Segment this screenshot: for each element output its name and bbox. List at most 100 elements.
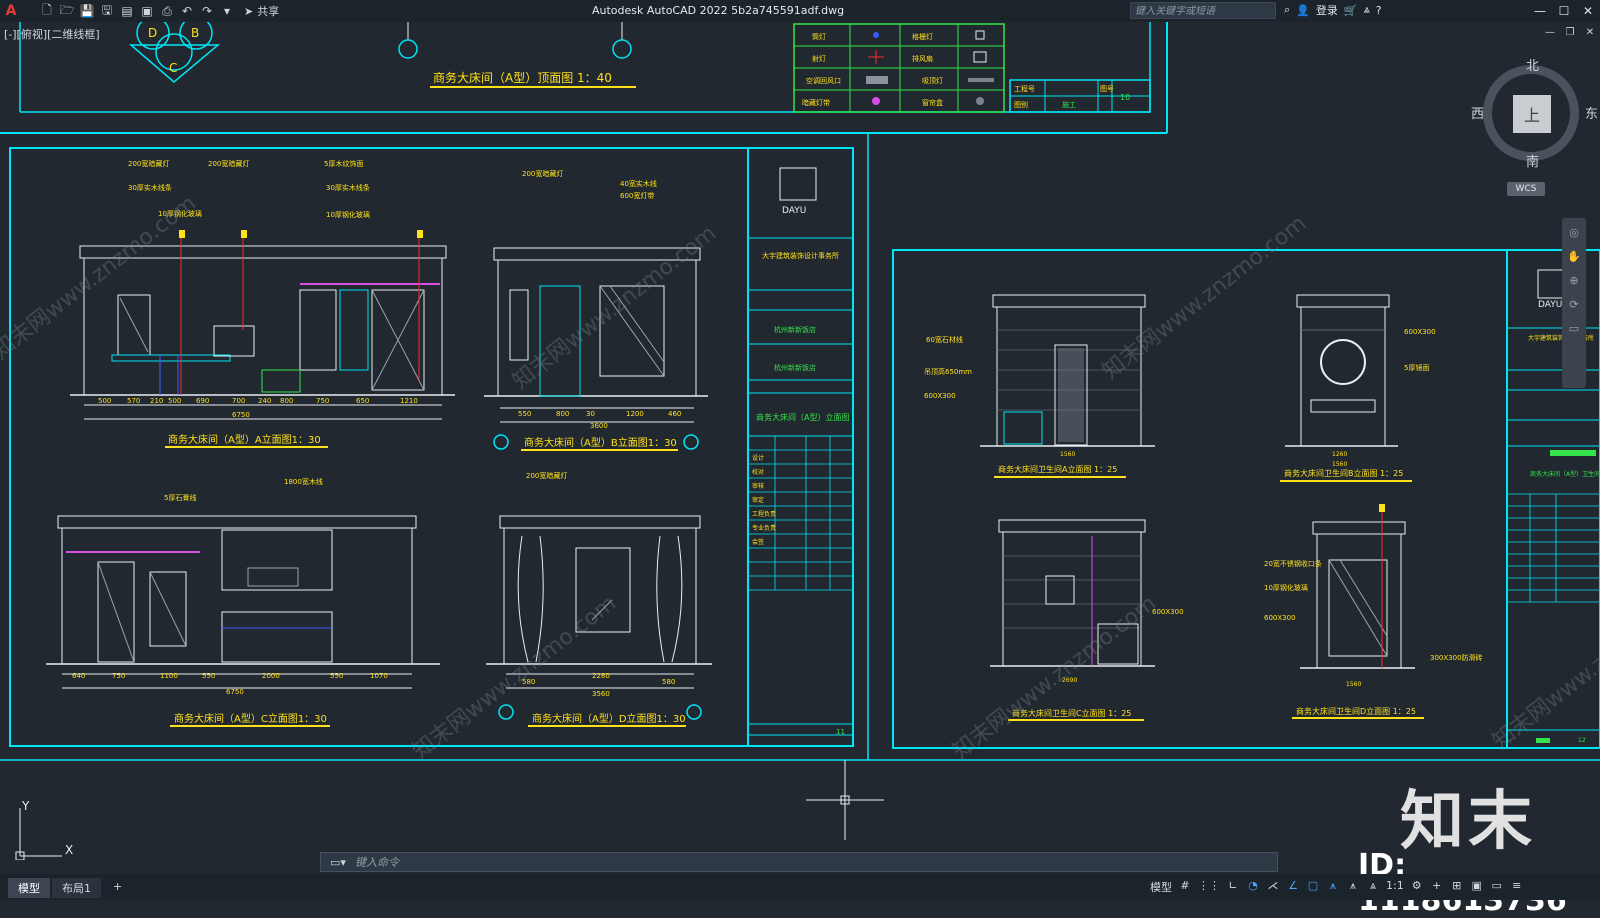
publish-icon[interactable]: ▤	[118, 2, 136, 20]
legend-label: 窗帘盒	[922, 98, 943, 107]
autocad-logo-icon[interactable]: A	[0, 0, 22, 22]
annotation-text: 30厚实木线条	[128, 183, 172, 192]
command-line[interactable]: ▭▾ 键入命令	[320, 852, 1278, 872]
dimension-text: 690	[196, 397, 209, 405]
viewcube-top-face[interactable]: 上	[1513, 95, 1551, 133]
clean-screen-icon[interactable]: ▭	[1490, 879, 1504, 895]
compass-east[interactable]: 东	[1585, 103, 1598, 122]
dimension-text: 1560	[1332, 461, 1347, 468]
hardware-acceleration-icon[interactable]: ▣	[1470, 879, 1484, 895]
open-icon[interactable]: 🗁	[58, 2, 76, 20]
legend-label: 格栅灯	[912, 32, 933, 41]
annotation-text: 600宽灯带	[620, 191, 654, 200]
help-icon[interactable]: ?	[1376, 4, 1382, 17]
pan-icon[interactable]: ✋	[1566, 250, 1582, 266]
object-snap-tracking-icon[interactable]: ∠	[1286, 879, 1300, 895]
dimension-text: 580	[662, 678, 675, 686]
viewport-controls-label[interactable]: [-][俯视][二维线框]	[4, 26, 100, 42]
search-icon[interactable]: ⌕	[1284, 3, 1290, 17]
dimension-text: 30	[586, 410, 595, 418]
tab-layout1[interactable]: 布局1	[52, 878, 101, 898]
dimension-text: 1200	[626, 410, 644, 418]
orbit-icon[interactable]: ⟳	[1566, 298, 1582, 314]
snap-icon[interactable]: ⋮⋮	[1198, 879, 1220, 895]
auto-scale-icon[interactable]: ⩚	[1346, 879, 1360, 895]
share-icon: ➤	[244, 4, 254, 18]
command-prompt-icon[interactable]: ▭▾	[321, 856, 355, 869]
tb-row-label: 工程负责	[752, 510, 776, 518]
share-label: 共享	[257, 5, 280, 18]
dropdown-icon[interactable]: ▾	[218, 2, 236, 20]
bath-a-title: 商务大床间卫生间A立面图 1：25	[998, 464, 1117, 474]
undo-icon[interactable]: ↶	[178, 2, 196, 20]
login-label[interactable]: 登录	[1316, 2, 1338, 18]
share-button[interactable]: ➤ 共享	[244, 3, 279, 19]
annotation-scale-icon[interactable]: ⩓	[1366, 879, 1380, 895]
legend-label: 排风扇	[912, 54, 933, 63]
compass-south[interactable]: 南	[1526, 151, 1539, 170]
status-tools: 模型 # ⋮⋮ ∟ ◔ ⋌ ∠ ▢ ⩚ ⩚ ⩓ 1:1 ⚙ + ⊞ ▣ ▭ ≡	[1150, 879, 1524, 895]
saveas-icon[interactable]: 🖫	[98, 2, 116, 20]
dimension-total: 6750	[226, 688, 244, 696]
plot-icon[interactable]: ▣	[138, 2, 156, 20]
steering-wheel-icon[interactable]: ◎	[1566, 226, 1582, 242]
user-icon[interactable]: 👤	[1296, 4, 1310, 17]
annotation-text: 600X300	[1264, 614, 1296, 622]
annotation-text: 10厚钢化玻璃	[1264, 583, 1308, 592]
compass-west[interactable]: 西	[1471, 103, 1484, 122]
customize-icon[interactable]: ≡	[1510, 879, 1524, 895]
annotation-text: 5厚石膏线	[164, 493, 196, 502]
elevation-c-title: 商务大床间（A型）C立面图1：30	[174, 712, 327, 725]
search-input[interactable]: 键入关键字或短语	[1130, 2, 1276, 19]
annotation-text: 600X300	[1404, 328, 1436, 336]
close-icon[interactable]: ✕	[1576, 0, 1600, 22]
dimension-text: 210	[150, 397, 163, 405]
elevation-c: 640 750 1100 550 2000 550 1070 6750 商务大床…	[46, 477, 440, 727]
ortho-icon[interactable]: ∟	[1226, 879, 1240, 895]
legend-label: 暗藏灯带	[802, 98, 830, 107]
redo-icon[interactable]: ↷	[198, 2, 216, 20]
quick-access-toolbar: 🗋 🗁 💾 🖫 ▤ ▣ ⎙ ↶ ↷ ▾	[38, 2, 236, 20]
annotation-text: 5厚木纹饰面	[324, 159, 363, 168]
units-icon[interactable]: ⊞	[1450, 879, 1464, 895]
print-icon[interactable]: ⎙	[158, 2, 176, 20]
object-snap-icon[interactable]: ▢	[1306, 879, 1320, 895]
watermark-text: 知末网www.znzmo.com	[1098, 211, 1311, 385]
plus-icon[interactable]: +	[1430, 879, 1444, 895]
tab-model[interactable]: 模型	[8, 878, 50, 898]
grid-icon[interactable]: #	[1178, 879, 1192, 895]
minimize-icon[interactable]: —	[1528, 0, 1552, 22]
annotation-visibility-icon[interactable]: ⩚	[1326, 879, 1340, 895]
maximize-icon[interactable]: ☐	[1552, 0, 1576, 22]
autodesk-app-icon[interactable]: ⩓	[1364, 3, 1370, 17]
annotation-text: 200宽暗藏灯	[208, 159, 249, 168]
dimension-text: 240	[258, 397, 271, 405]
isodraft-icon[interactable]: ⋌	[1266, 879, 1280, 895]
dimension-total: 6750	[232, 411, 250, 419]
project-name: 杭州新新饭店	[774, 325, 816, 334]
save-icon[interactable]: 💾	[78, 2, 96, 20]
sheet-name: 商务大床间（A型）立面图	[756, 412, 849, 422]
elevation-a: 500 570 210 500 690 700 240 800 750 650 …	[70, 159, 455, 448]
scale-label[interactable]: 1:1	[1386, 879, 1404, 895]
new-icon[interactable]: 🗋	[38, 2, 56, 20]
workspace-gear-icon[interactable]: ⚙	[1410, 879, 1424, 895]
showmotion-icon[interactable]: ▭	[1566, 322, 1582, 338]
zoom-icon[interactable]: ⊕	[1566, 274, 1582, 290]
polar-icon[interactable]: ◔	[1246, 879, 1260, 895]
tb-label: 图别	[1014, 100, 1028, 109]
dimension-text: 500	[98, 397, 111, 405]
cart-icon[interactable]: 🛒	[1344, 4, 1358, 17]
viewcube[interactable]: 上 北 南 西 东 WCS	[1471, 55, 1598, 205]
command-input[interactable]: 键入命令	[355, 854, 399, 870]
compass-north[interactable]: 北	[1526, 55, 1539, 74]
add-layout-button[interactable]: +	[103, 878, 132, 898]
drawing-canvas[interactable]: D B C 商务大床间（A型）顶面图 1：40 筒灯 格栅灯 射灯 排风扇 空调…	[0, 22, 1600, 860]
wcs-menu[interactable]: WCS	[1507, 182, 1545, 196]
model-space-toggle[interactable]: 模型	[1150, 879, 1172, 895]
dimension-text: 1260	[1332, 451, 1347, 458]
left-title-block: DAYU 大宇建筑装饰设计事务所 杭州新新饭店 杭州新新饭店 商务大床间（A型）…	[748, 167, 853, 736]
title-bar: A 🗋 🗁 💾 🖫 ▤ ▣ ⎙ ↶ ↷ ▾ ➤ 共享 Autodesk Auto…	[0, 0, 1600, 22]
layout-tabs: 模型 布局1 +	[8, 878, 132, 898]
dimension-text: 1210	[400, 397, 418, 405]
